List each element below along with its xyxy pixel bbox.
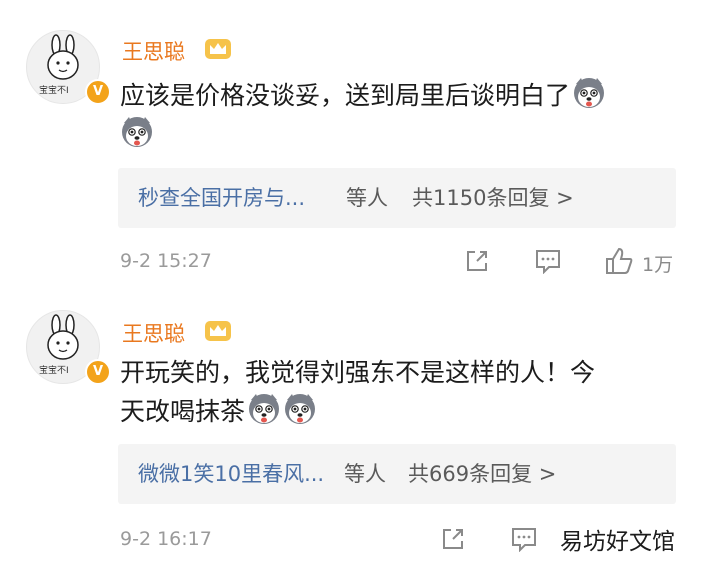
watermark: 易坊好文馆: [556, 522, 679, 556]
avatar-caption: 宝宝不I: [39, 366, 69, 376]
comment-text-line: 应该是价格没谈妥，送到局里后谈明白了: [120, 81, 571, 110]
reply-suffix: 等人: [346, 186, 388, 210]
timestamp: 9-2 15:27: [120, 250, 212, 272]
reply-count[interactable]: 共1150条回复 >: [412, 168, 574, 228]
timestamp: 9-2 16:17: [120, 528, 212, 550]
replies-summary[interactable]: 微微1笑10里春风... 等人 共669条回复 >: [118, 444, 676, 504]
username[interactable]: 王思聪: [122, 318, 185, 348]
avatar[interactable]: 宝宝不I V: [26, 30, 111, 105]
like-count: 1万: [642, 254, 674, 276]
husky-emoji-icon: [122, 117, 152, 147]
reply-names-link[interactable]: 秒查全国开房与...: [138, 168, 305, 228]
reply-suffix: 等人: [344, 462, 386, 486]
verified-badge-icon: V: [85, 359, 111, 385]
comment-text-line: 天改喝抹茶: [120, 397, 246, 426]
reply-names-link[interactable]: 微微1笑10里春风...: [138, 444, 324, 504]
husky-emoji-icon: [249, 394, 280, 424]
avatar[interactable]: 宝宝不I V: [26, 310, 111, 385]
comment-item: 宝宝不I V 王思聪 应该是价格没谈妥，送到局里后谈明白了 秒查全国开房与...: [0, 0, 704, 292]
husky-emoji-icon: [285, 394, 316, 424]
comment-text: 应该是价格没谈妥，送到局里后谈明白了: [120, 76, 606, 154]
comment-icon[interactable]: [510, 526, 538, 552]
avatar-caption: 宝宝不I: [39, 86, 69, 96]
comment-text: 开玩笑的，我觉得刘强东不是这样的人！今 天改喝抹茶: [120, 354, 595, 431]
verified-badge-icon: V: [85, 79, 111, 105]
username[interactable]: 王思聪: [122, 36, 185, 66]
share-icon[interactable]: [464, 248, 490, 274]
comment-icon[interactable]: [534, 248, 562, 274]
share-icon[interactable]: [440, 526, 466, 552]
comment-text-line: 开玩笑的，我觉得刘强东不是这样的人！今: [120, 358, 596, 387]
replies-summary[interactable]: 秒查全国开房与... 等人 共1150条回复 >: [118, 168, 676, 228]
husky-emoji-icon: [574, 78, 605, 108]
crown-icon: [205, 39, 231, 59]
reply-count[interactable]: 共669条回复 >: [408, 444, 556, 504]
crown-icon: [205, 321, 231, 341]
like-icon[interactable]: [604, 246, 634, 276]
